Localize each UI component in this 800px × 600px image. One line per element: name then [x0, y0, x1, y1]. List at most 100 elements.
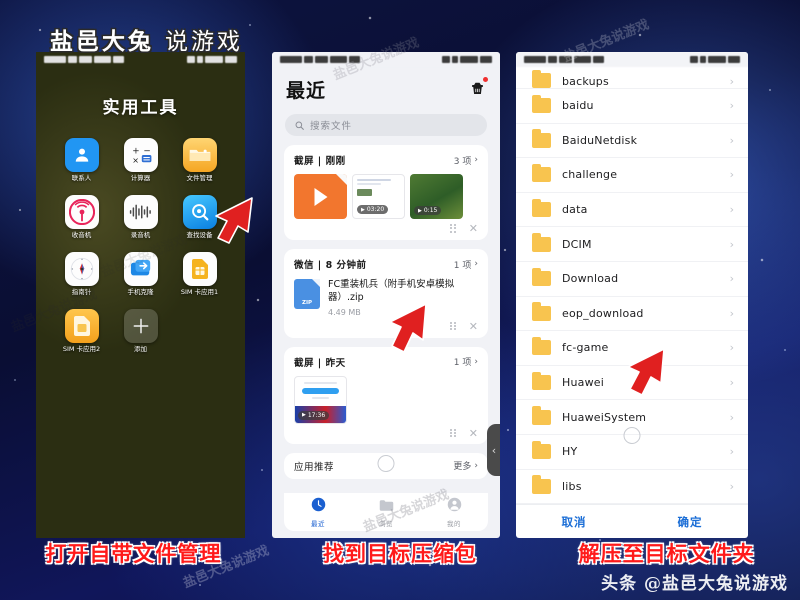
recent-group-card[interactable]: 截屏 | 昨天 1 项 › ▶ 17:36 ✕: [284, 346, 488, 444]
group-title: 微信 | 8 分钟前: [294, 260, 367, 271]
folder-row[interactable]: libs ›: [516, 470, 748, 505]
drag-handle-icon[interactable]: [449, 321, 457, 331]
recent-group-card[interactable]: 截屏 | 刚刚 3 项 › ▶ 03:20 ▶ 0:15 ✕: [284, 145, 488, 240]
top-watermark-light: 说游戏: [165, 29, 244, 55]
folder-name: data: [562, 203, 588, 217]
tab-label: 最近: [311, 519, 325, 528]
chevron-right-icon: ›: [729, 445, 734, 459]
thumbnail-photo[interactable]: ▶ 0:15: [410, 174, 463, 219]
compass-icon: [64, 252, 99, 287]
tab-label: 我的: [447, 519, 461, 528]
card-footer: ✕: [294, 223, 478, 234]
contacts-icon: [64, 138, 99, 172]
pointer-arrow-zip-file: [389, 303, 427, 353]
top-watermark: 盐邑大兔 说游戏: [50, 22, 243, 56]
thumbnail-document[interactable]: ▶ 03:20: [352, 174, 405, 219]
group-count[interactable]: 3 项 ›: [454, 154, 478, 167]
phone-panel-folder-picker: backups › baidu › BaiduNetdisk › challen…: [516, 52, 748, 538]
svg-text:+: +: [132, 146, 139, 156]
app-recorder[interactable]: 录音机: [117, 195, 165, 239]
app-calculator[interactable]: + − × 计算器: [117, 138, 165, 182]
recommend-label: 应用推荐: [294, 461, 335, 473]
edge-panel-handle[interactable]: ‹: [487, 424, 500, 476]
folder-icon: [532, 233, 551, 252]
caption-row: 打开自带文件管理 找到目标压缩包 解压至目标文件夹: [0, 538, 800, 568]
folder-row[interactable]: eop_download ›: [516, 297, 748, 332]
thumbnail-document[interactable]: ▶ 17:36: [294, 375, 347, 424]
group-count[interactable]: 1 项 ›: [453, 355, 478, 369]
folder-row[interactable]: DCIM ›: [516, 227, 748, 262]
app-label: 文件管理: [186, 174, 213, 182]
duration-badge: ▶ 17:36: [298, 410, 330, 420]
app-label: 手机克隆: [127, 288, 154, 297]
recent-header: 最近: [272, 67, 500, 107]
app-add[interactable]: 添加: [117, 309, 165, 353]
folder-row[interactable]: challenge ›: [516, 158, 748, 193]
app-label: 收音机: [71, 231, 92, 240]
folder-icon: [532, 198, 551, 218]
app-label: 联系人: [71, 174, 92, 182]
dialog-button-bar: 取消 确定: [516, 504, 748, 538]
folder-row[interactable]: backups ›: [516, 67, 748, 89]
folder-icon: [532, 406, 551, 425]
app-sim-card-2[interactable]: SIM 卡应用2: [58, 309, 106, 353]
phone-panel-recent-files: 最近 搜索文件 截屏 | 刚刚 3 项 › ▶ 03:20 ▶ 0:15 ✕ 微…: [272, 52, 500, 538]
group-title: 截屏 | 昨天: [294, 357, 346, 369]
folder-icon: [532, 94, 551, 114]
tab-recent[interactable]: 最近: [311, 497, 326, 528]
group-count[interactable]: 1 项 ›: [454, 258, 478, 271]
page-title: 最近: [286, 80, 327, 102]
app-label: SIM 卡应用1: [180, 288, 219, 297]
cancel-button[interactable]: 取消: [516, 514, 632, 530]
status-bar-panel3: [516, 52, 748, 67]
svg-text:×: ×: [132, 156, 139, 165]
chevron-right-icon: ›: [729, 479, 734, 493]
close-icon[interactable]: ✕: [469, 223, 478, 234]
thumbnail-video[interactable]: [294, 174, 347, 219]
recommend-more[interactable]: 更多 ›: [453, 459, 478, 473]
app-sim-card-1[interactable]: SIM 卡应用1: [176, 252, 224, 296]
folder-row[interactable]: baidu ›: [516, 89, 748, 124]
chevron-right-icon: ›: [729, 168, 734, 182]
folder-icon: [532, 267, 551, 287]
navigation-home-indicator[interactable]: [623, 427, 641, 444]
app-file-manager[interactable]: 文件管理: [176, 138, 224, 182]
folder-name: challenge: [562, 168, 618, 182]
duration-badge: ▶ 0:15: [414, 206, 442, 215]
file-manager-icon: [182, 138, 217, 172]
folder-icon: [532, 475, 551, 494]
group-title: 截屏 | 刚刚: [294, 156, 346, 167]
chevron-right-icon: ›: [474, 460, 478, 471]
card-footer: ✕: [294, 428, 478, 439]
folder-icon: [532, 371, 551, 391]
folder-row[interactable]: Download ›: [516, 262, 748, 297]
cleanup-trash-icon[interactable]: [469, 77, 488, 100]
folder-icon: [532, 336, 551, 356]
close-icon[interactable]: ✕: [469, 428, 478, 439]
search-input[interactable]: 搜索文件: [285, 114, 487, 136]
play-icon: ▶: [418, 207, 422, 214]
folder-icon: [532, 302, 551, 321]
group-count-label: 1 项: [453, 358, 472, 369]
group-count-label: 1 项: [453, 260, 472, 271]
close-icon[interactable]: ✕: [469, 321, 478, 332]
card-header: 截屏 | 昨天 1 项 ›: [294, 355, 478, 369]
drag-handle-icon[interactable]: [449, 428, 457, 438]
app-contacts[interactable]: 联系人: [58, 138, 106, 182]
plus-icon: [123, 309, 158, 344]
navigation-home-indicator[interactable]: [377, 455, 395, 472]
recorder-icon: [123, 195, 158, 230]
drag-handle-icon[interactable]: [449, 224, 457, 233]
duration-label: 03:20: [366, 206, 385, 213]
folder-row[interactable]: data ›: [516, 193, 748, 228]
thumbnail-row: ▶ 17:36: [294, 375, 478, 424]
chevron-right-icon: ›: [729, 306, 734, 320]
app-radio[interactable]: 收音机: [58, 195, 106, 239]
thumbnail-row: ▶ 03:20 ▶ 0:15: [294, 174, 478, 219]
folder-row[interactable]: BaiduNetdisk ›: [516, 124, 748, 159]
confirm-button[interactable]: 确定: [632, 514, 748, 530]
clock-icon: [311, 497, 325, 511]
app-label: 计算器: [130, 174, 151, 182]
status-bar-right: [442, 56, 492, 63]
chevron-right-icon: ›: [729, 75, 734, 88]
